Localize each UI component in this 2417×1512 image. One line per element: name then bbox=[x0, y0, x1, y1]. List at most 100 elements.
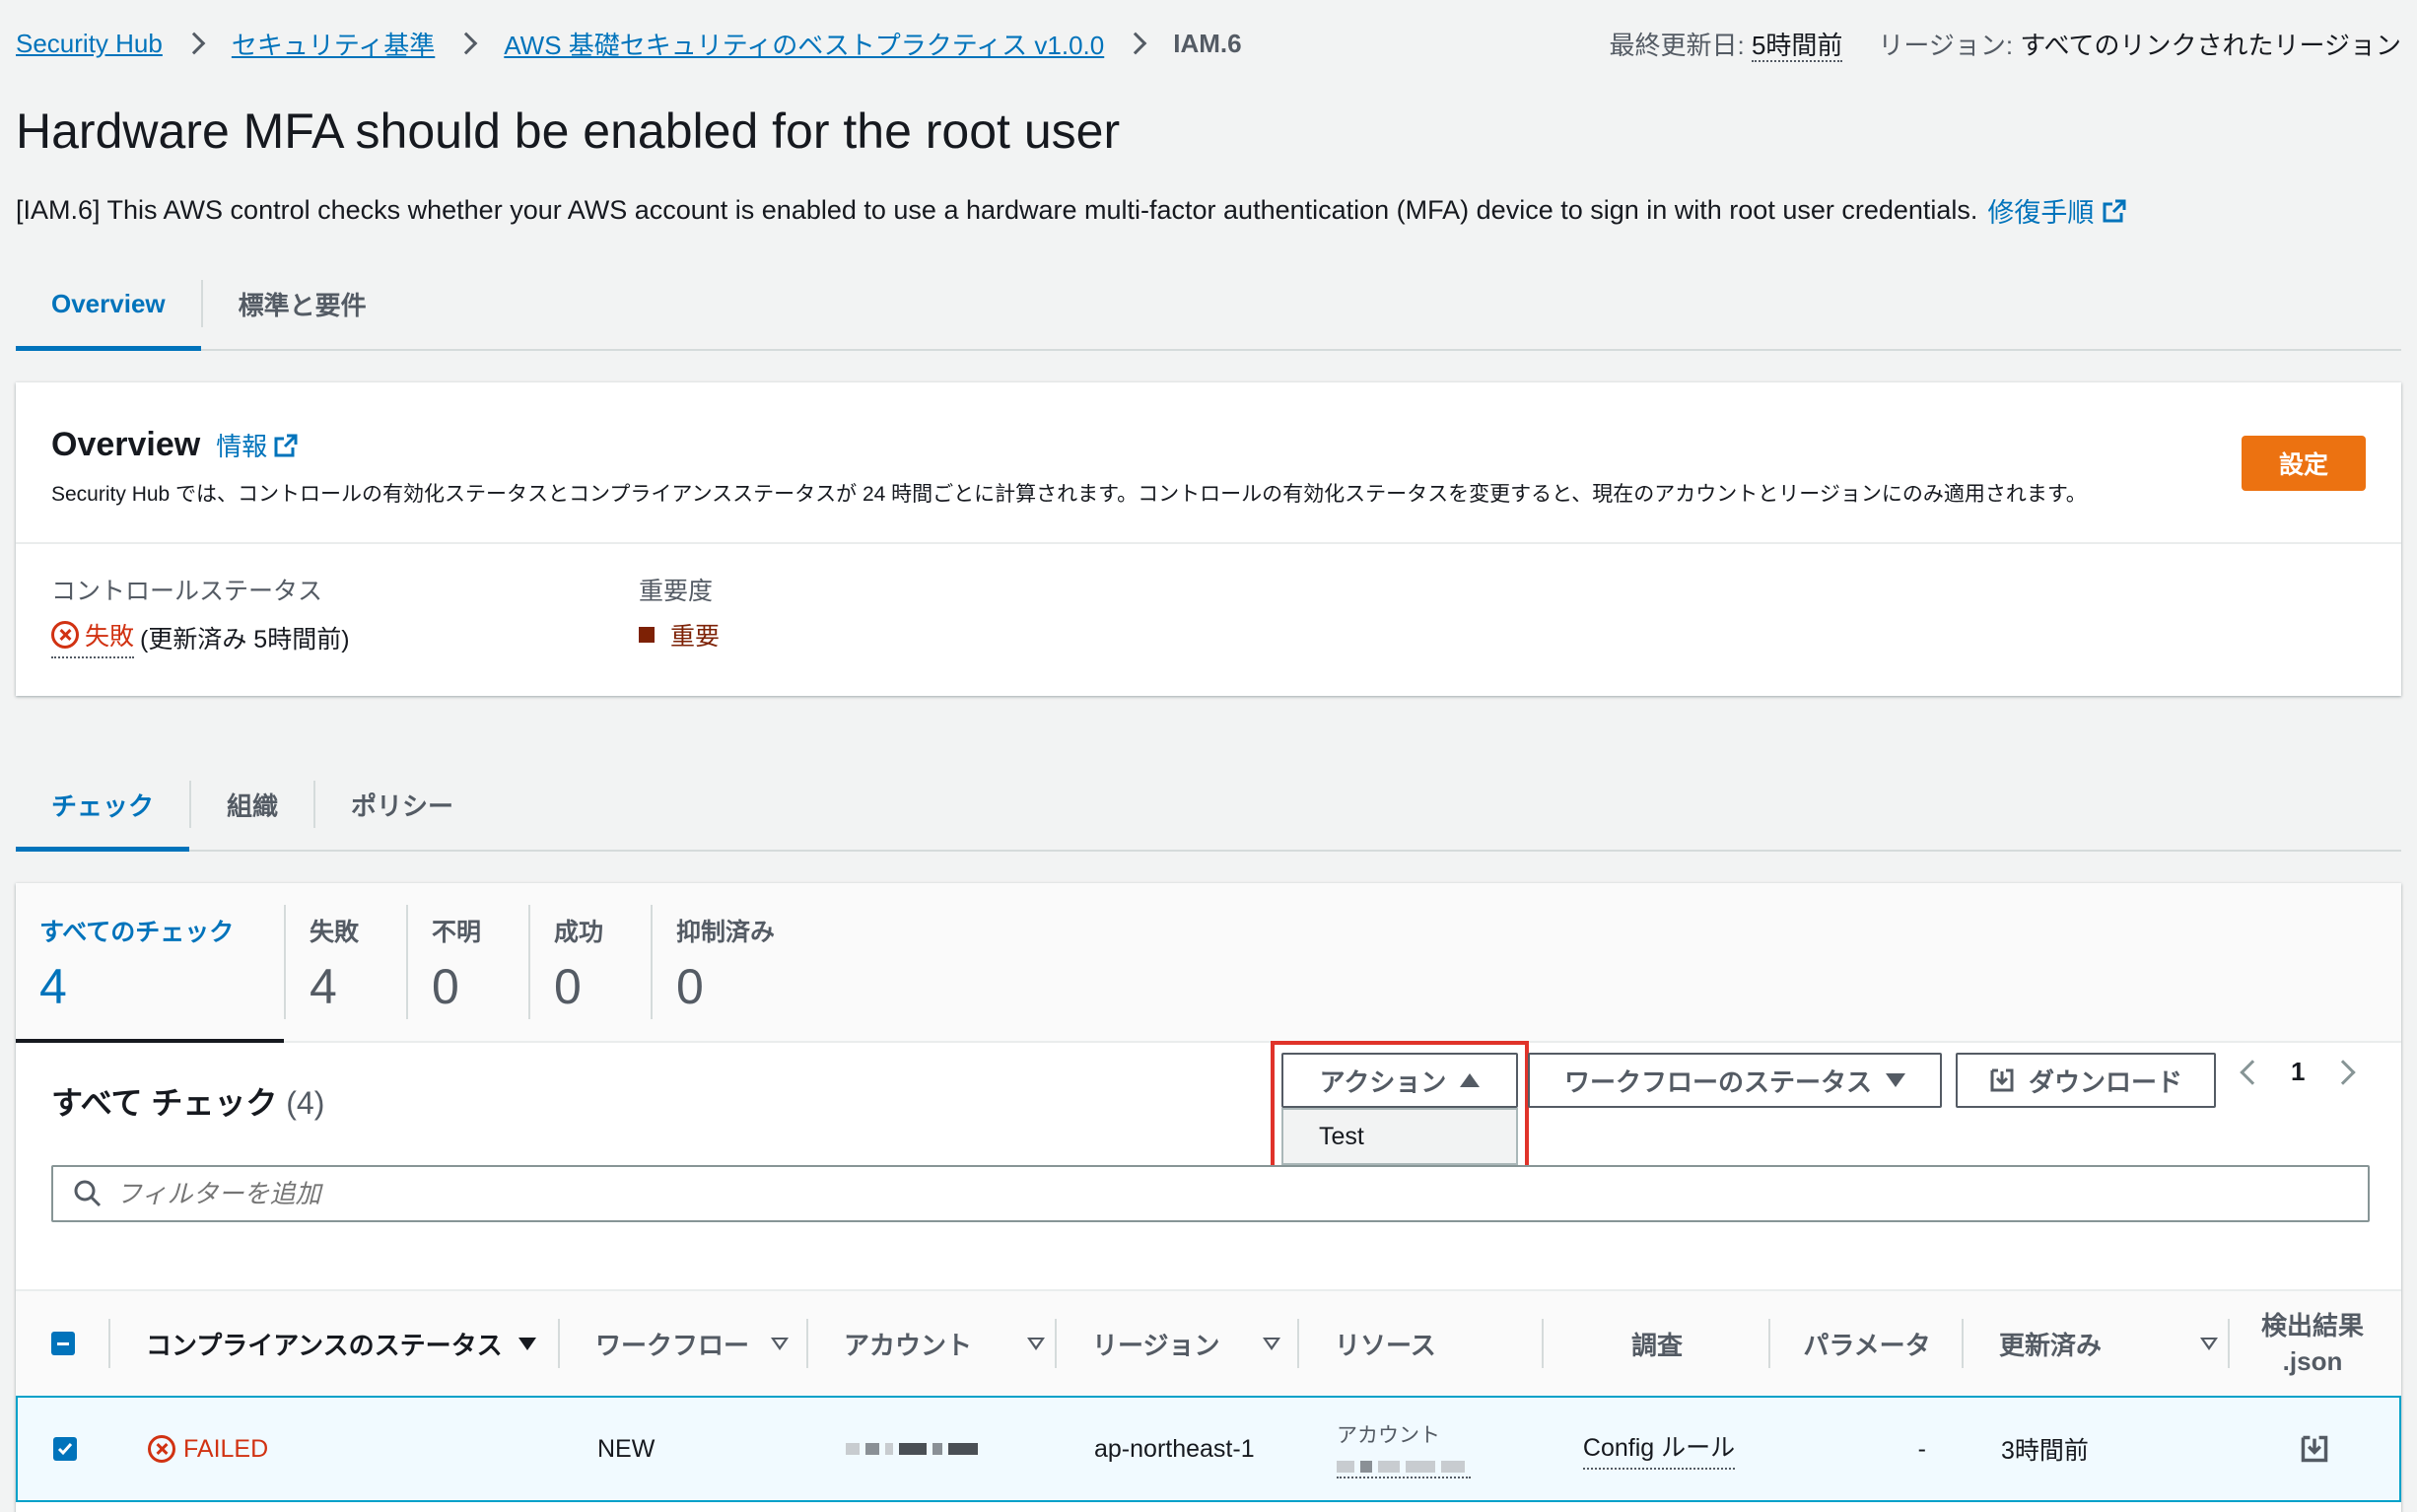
overview-body: コントロールステータス 失敗 (更新済み 5時間前) 重要度 重要 bbox=[16, 544, 2401, 686]
select-all-checkbox[interactable] bbox=[51, 1332, 75, 1355]
row-updated: 3時間前 bbox=[2001, 1437, 2089, 1465]
top-tabs: Overview 標準と要件 bbox=[16, 258, 2401, 351]
counter-value: 4 bbox=[310, 959, 337, 1014]
row-resource-redacted[interactable] bbox=[1337, 1461, 1471, 1478]
tab-checks[interactable]: チェック bbox=[16, 759, 190, 852]
row-investigate-link[interactable]: Config ルール bbox=[1582, 1428, 1736, 1470]
row-parameters-cell: - bbox=[1772, 1398, 1966, 1500]
breadcrumb-current: IAM.6 bbox=[1173, 28, 1242, 58]
column-resource: リソース bbox=[1299, 1291, 1544, 1396]
failed-icon bbox=[148, 1435, 175, 1463]
control-status-failed[interactable]: 失敗 bbox=[51, 617, 135, 658]
row-status: FAILED bbox=[183, 1434, 269, 1463]
counter-label: 成功 bbox=[554, 919, 604, 946]
row-region-cell: ap-northeast-1 bbox=[1059, 1398, 1301, 1500]
tab-organization[interactable]: 組織 bbox=[191, 759, 313, 850]
indeterminate-icon bbox=[57, 1341, 69, 1345]
tab-overview[interactable]: Overview bbox=[16, 258, 201, 351]
caret-down-icon bbox=[1886, 1073, 1905, 1087]
settings-button[interactable]: 設定 bbox=[2242, 436, 2366, 491]
page-meta: 最終更新日: 5時間前 リージョン: すべてのリンクされたリージョン bbox=[1609, 26, 2401, 62]
download-button-label: ダウンロード bbox=[2028, 1066, 2182, 1097]
counter-suppressed[interactable]: 抑制済み 0 bbox=[653, 883, 810, 1041]
control-status-text: 失敗 bbox=[85, 623, 135, 651]
column-label: ワークフロー bbox=[595, 1330, 750, 1360]
breadcrumb-security-hub[interactable]: Security Hub bbox=[16, 29, 163, 59]
sort-icon bbox=[1027, 1337, 1046, 1350]
workflow-status-button-label: ワークフローのステータス bbox=[1563, 1066, 1872, 1097]
last-updated-value[interactable]: 5時間前 bbox=[1751, 30, 1843, 62]
failed-icon bbox=[51, 621, 79, 649]
chevron-left-icon[interactable] bbox=[2240, 1059, 2265, 1085]
region-label: リージョン: bbox=[1878, 30, 2014, 60]
column-compliance-status[interactable]: コンプライアンスのステータス bbox=[110, 1291, 560, 1396]
table-row[interactable]: FAILED NEW ap-northeast-1 アカウント Config ル… bbox=[16, 1396, 2401, 1502]
column-region[interactable]: リージョン bbox=[1057, 1291, 1299, 1396]
chevron-right-icon[interactable] bbox=[2330, 1059, 2357, 1085]
redacted-block bbox=[899, 1443, 927, 1455]
remediation-link-label: 修復手順 bbox=[1987, 198, 2095, 228]
column-account[interactable]: アカウント bbox=[808, 1291, 1057, 1396]
redacted-block bbox=[1378, 1461, 1400, 1473]
breadcrumb-security-standards[interactable]: セキュリティ基準 bbox=[232, 26, 435, 62]
row-region: ap-northeast-1 bbox=[1094, 1434, 1255, 1463]
chevron-right-icon bbox=[182, 32, 206, 55]
redacted-block bbox=[948, 1443, 978, 1455]
pagination: 1 bbox=[2240, 1057, 2357, 1087]
search-icon bbox=[74, 1180, 102, 1207]
control-status: コントロールステータス 失敗 (更新済み 5時間前) bbox=[51, 572, 639, 658]
column-updated[interactable]: 更新済み bbox=[1964, 1291, 2230, 1396]
page-number[interactable]: 1 bbox=[2291, 1057, 2305, 1087]
row-updated-cell: 3時間前 bbox=[1966, 1398, 2232, 1500]
table-count: (4) bbox=[286, 1085, 325, 1121]
row-resource-label: アカウント bbox=[1337, 1424, 1440, 1447]
redacted-block bbox=[932, 1443, 942, 1455]
table-title: すべて チェック (4) bbox=[51, 1078, 324, 1124]
page-description: [IAM.6] This AWS control checks whether … bbox=[16, 191, 2127, 230]
severity-text: 重要 bbox=[670, 623, 721, 651]
top-bar: Security Hub セキュリティ基準 AWS 基礎セキュリティのベストプラ… bbox=[16, 22, 2401, 65]
tab-standards[interactable]: 標準と要件 bbox=[203, 258, 402, 349]
counter-value: 0 bbox=[554, 959, 582, 1014]
redacted-block bbox=[846, 1443, 860, 1455]
column-label: コンプライアンスのステータス bbox=[146, 1330, 503, 1360]
counter-label: 抑制済み bbox=[676, 919, 776, 946]
column-label: アカウント bbox=[844, 1330, 973, 1360]
counter-unknown[interactable]: 不明 0 bbox=[408, 883, 528, 1041]
row-select-cell bbox=[18, 1398, 112, 1500]
column-label: パラメータ bbox=[1803, 1330, 1931, 1360]
counter-value: 4 bbox=[39, 959, 67, 1014]
row-account-redacted bbox=[810, 1398, 1059, 1500]
column-label: 調査 bbox=[1630, 1330, 1683, 1360]
overview-title: Overview 情報 bbox=[51, 426, 2366, 464]
chevron-right-icon bbox=[454, 32, 478, 55]
remediation-link[interactable]: 修復手順 bbox=[1987, 191, 2127, 230]
table-header: コンプライアンスのステータス ワークフロー アカウント リージョン リソース 調… bbox=[16, 1289, 2401, 1396]
control-status-label: コントロールステータス bbox=[51, 578, 323, 605]
counter-all[interactable]: すべてのチェック 4 bbox=[16, 883, 284, 1043]
counter-failed[interactable]: 失敗 4 bbox=[286, 883, 406, 1041]
tab-policy[interactable]: ポリシー bbox=[315, 759, 489, 850]
row-resource-cell: アカウント bbox=[1301, 1398, 1546, 1500]
filter-bar bbox=[51, 1165, 2370, 1222]
severity: 重要度 重要 bbox=[639, 572, 1226, 658]
row-parameters: - bbox=[1917, 1434, 1926, 1463]
overview-header: Overview 情報 Security Hub では、コントロールの有効化ステ… bbox=[16, 382, 2401, 544]
redacted-block bbox=[1441, 1461, 1465, 1473]
column-workflow[interactable]: ワークフロー bbox=[560, 1291, 808, 1396]
workflow-status-button[interactable]: ワークフローのステータス bbox=[1528, 1053, 1942, 1108]
overview-card: Overview 情報 Security Hub では、コントロールの有効化ステ… bbox=[16, 382, 2401, 696]
column-findings-json: 検出結果 .json bbox=[2230, 1291, 2395, 1396]
overview-title-text: Overview bbox=[51, 426, 201, 463]
download-button[interactable]: ダウンロード bbox=[1956, 1053, 2216, 1108]
external-link-icon bbox=[274, 434, 298, 456]
download-icon[interactable] bbox=[2300, 1434, 2329, 1464]
section-tabs: チェック 組織 ポリシー bbox=[16, 759, 2401, 852]
info-link[interactable]: 情報 bbox=[216, 427, 299, 463]
counter-label: 不明 bbox=[432, 919, 482, 946]
redacted-block bbox=[1337, 1461, 1354, 1473]
counter-passed[interactable]: 成功 0 bbox=[530, 883, 651, 1041]
filter-input[interactable] bbox=[116, 1178, 2285, 1209]
breadcrumb-standard[interactable]: AWS 基礎セキュリティのベストプラクティス v1.0.0 bbox=[504, 26, 1104, 62]
row-checkbox[interactable] bbox=[53, 1437, 77, 1461]
